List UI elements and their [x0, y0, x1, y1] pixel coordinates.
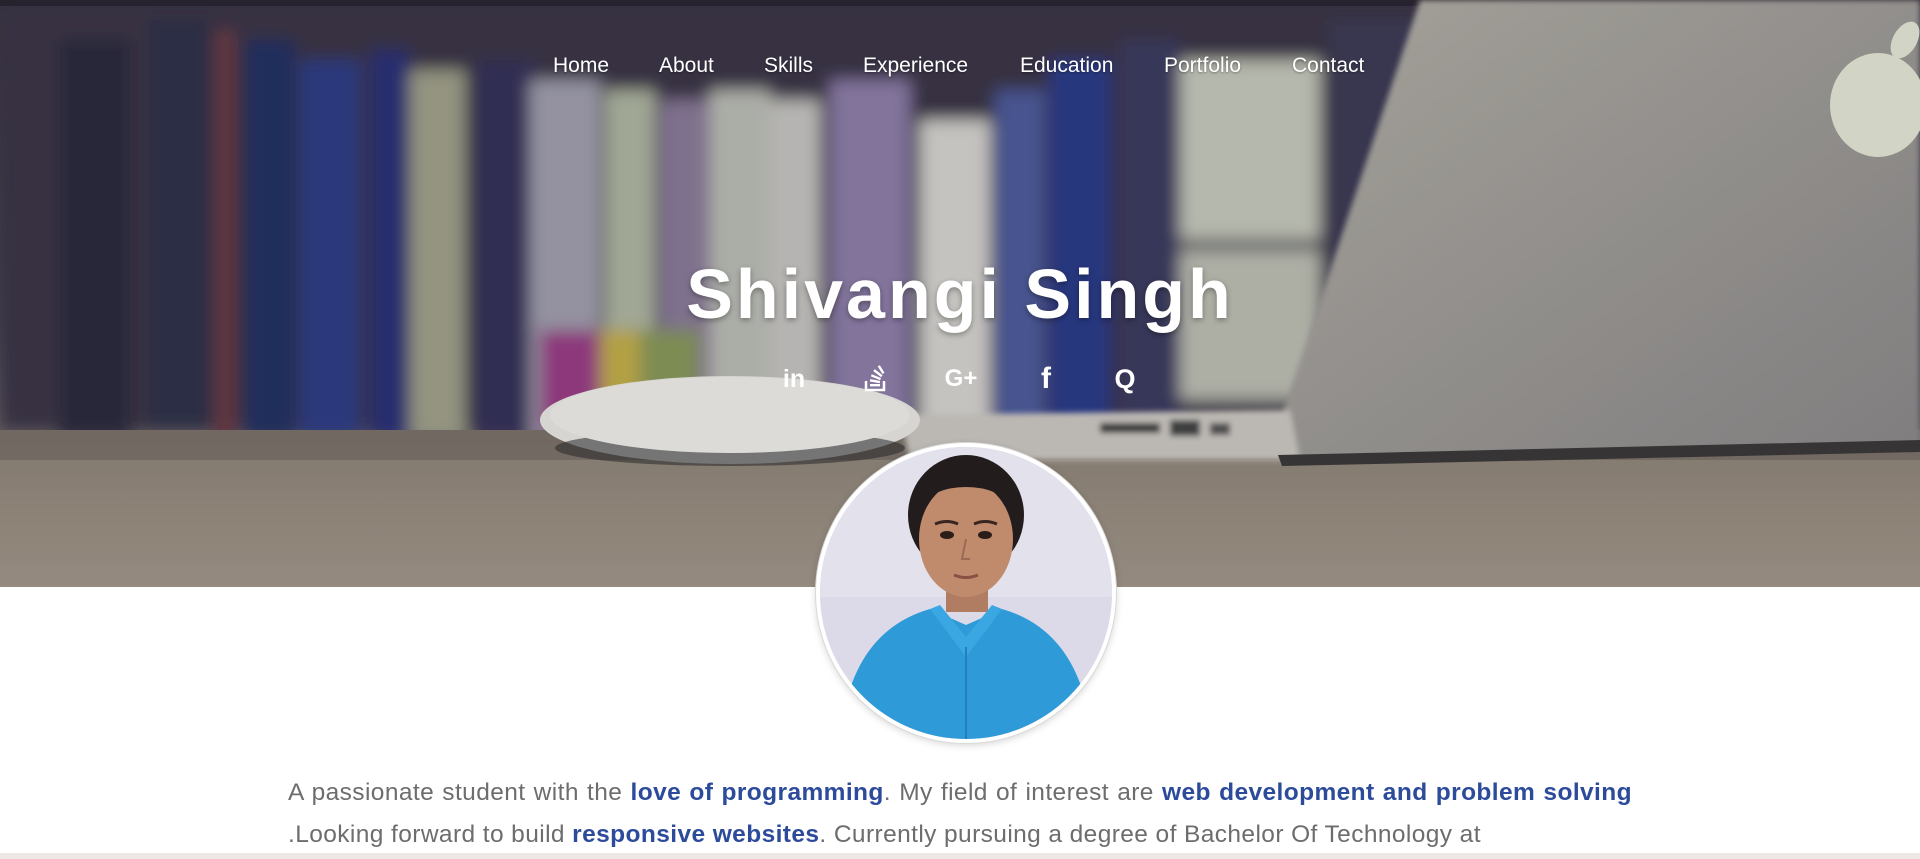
- nav-contact-link[interactable]: Contact: [1292, 52, 1364, 80]
- about-text-3: .Looking forward to build: [288, 821, 573, 848]
- nav-portfolio-link[interactable]: Portfolio: [1164, 52, 1241, 80]
- profile-avatar: [816, 443, 1116, 743]
- about-text-1: A passionate student with the: [288, 779, 631, 806]
- about-paragraph: A passionate student with the love of pr…: [288, 772, 1632, 856]
- google-plus-link[interactable]: G+: [944, 362, 978, 396]
- about-text-4: . Currently pursuing a degree of Bachelo…: [819, 821, 1481, 848]
- quora-icon: Q: [1114, 363, 1136, 394]
- nav-home-link[interactable]: Home: [553, 52, 609, 80]
- page-bottom-edge: [0, 853, 1920, 859]
- nav-experience-link[interactable]: Experience: [863, 52, 968, 80]
- stack-overflow-icon: [864, 365, 886, 392]
- quora-link[interactable]: Q: [1108, 362, 1142, 396]
- linkedin-link[interactable]: in: [777, 362, 811, 396]
- nav-skills-link[interactable]: Skills: [764, 52, 813, 80]
- nav-about-link[interactable]: About: [659, 52, 714, 80]
- about-highlight-programming: love of programming: [630, 779, 884, 806]
- page-title: Shivangi Singh: [686, 255, 1234, 333]
- about-highlight-websites: responsive websites: [572, 821, 820, 848]
- linkedin-icon: in: [782, 364, 806, 393]
- main-navigation: Home About Skills Experience Education P…: [0, 52, 1920, 80]
- stack-overflow-link[interactable]: [859, 362, 893, 396]
- facebook-link[interactable]: f: [1029, 362, 1063, 396]
- google-plus-icon: G+: [944, 365, 978, 392]
- about-text-2: . My field of interest are: [883, 779, 1163, 806]
- profile-photo: [820, 447, 1112, 739]
- facebook-icon: f: [1041, 362, 1051, 395]
- nav-education-link[interactable]: Education: [1020, 52, 1113, 80]
- about-highlight-interests: web development and problem solving: [1162, 779, 1632, 806]
